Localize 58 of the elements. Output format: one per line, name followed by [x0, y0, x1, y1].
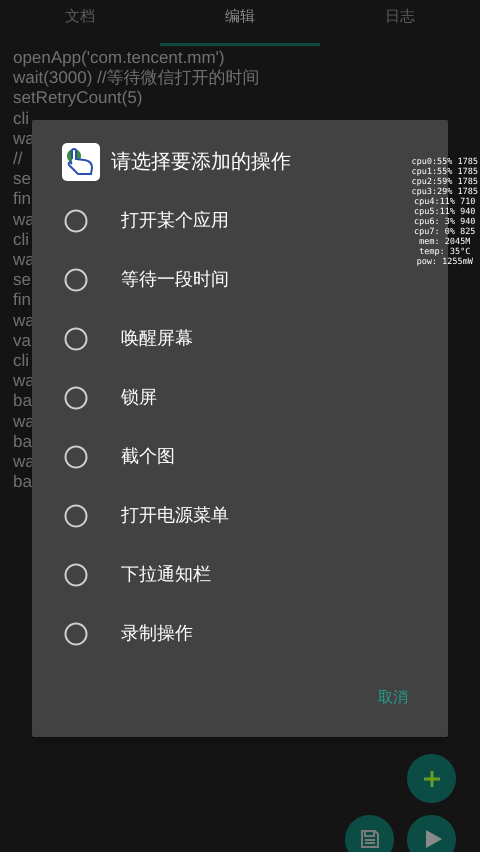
code-line: se — [13, 270, 31, 290]
code-line: va — [13, 330, 31, 352]
option-label: 锁屏 — [121, 386, 157, 409]
code-line: fin — [13, 189, 31, 210]
radio-button[interactable] — [64, 622, 88, 646]
code-line: cli — [13, 108, 30, 129]
code-line: fin — [13, 290, 31, 311]
radio-button[interactable] — [64, 386, 88, 410]
option-row[interactable]: 截个图 — [32, 427, 402, 486]
perf-stat: pow: 1255mW — [416, 257, 473, 267]
option-row[interactable]: 唤醒屏幕 — [32, 309, 402, 368]
dialog-title: 请选择要添加的操作 — [111, 150, 291, 175]
add-button[interactable] — [407, 754, 456, 803]
perf-stat: cpu2:59% 1785 — [411, 177, 478, 187]
option-label: 截个图 — [121, 445, 175, 468]
hand-tap-icon — [62, 143, 100, 181]
code-line: wait(3000) //等待微信打开的时间 — [13, 68, 260, 88]
radio-button[interactable] — [64, 504, 88, 528]
code-line: cli — [13, 351, 30, 372]
option-label: 下拉通知栏 — [121, 563, 211, 586]
option-row[interactable]: 打开电源菜单 — [32, 486, 402, 545]
perf-stat: cpu1:55% 1785 — [411, 167, 478, 177]
code-line: ba — [13, 432, 32, 452]
option-row[interactable]: 下拉通知栏 — [32, 545, 402, 604]
perf-stat: cpu7: 0% 825 — [414, 227, 476, 237]
tab[interactable]: 编辑 — [160, 0, 320, 46]
code-line: setRetryCount(5) — [13, 88, 142, 109]
code-line: ba — [13, 391, 32, 412]
radio-button[interactable] — [64, 326, 88, 350]
option-label: 打开某个应用 — [121, 209, 229, 232]
option-label: 打开电源菜单 — [121, 504, 229, 527]
perf-stat: mem: 2045M — [419, 237, 470, 247]
perf-stat: cpu6: 3% 940 — [414, 217, 476, 227]
save-button[interactable] — [345, 815, 394, 852]
radio-button[interactable] — [64, 562, 88, 586]
code-line: // — [13, 149, 22, 170]
option-row[interactable]: 等待一段时间 — [32, 250, 402, 309]
radio-button[interactable] — [64, 268, 88, 292]
code-line: cli — [13, 230, 30, 250]
perf-stat: cpu4:11% 710 — [414, 197, 476, 207]
play-icon — [424, 829, 442, 849]
option-row[interactable]: 打开某个应用 — [32, 191, 402, 250]
option-row[interactable]: 录制操作 — [32, 604, 402, 663]
perf-stat: cpu3:29% 1785 — [411, 187, 478, 197]
run-button[interactable] — [407, 815, 456, 852]
perf-stat: cpu0:55% 1785 — [411, 157, 478, 167]
option-row[interactable]: 锁屏 — [32, 368, 402, 427]
plus-icon — [422, 770, 440, 788]
option-label: 录制操作 — [121, 622, 193, 645]
radio-button[interactable] — [64, 444, 88, 468]
perf-stat: temp: 35°C — [419, 247, 470, 257]
code-line: se — [13, 169, 31, 190]
radio-button[interactable] — [64, 208, 88, 232]
option-label: 唤醒屏幕 — [121, 327, 193, 350]
code-line: openApp('com.tencent.mm') — [13, 48, 225, 68]
option-label: 等待一段时间 — [121, 268, 229, 291]
code-line: ba — [13, 472, 32, 492]
perf-stat: cpu5:11% 940 — [414, 207, 476, 217]
